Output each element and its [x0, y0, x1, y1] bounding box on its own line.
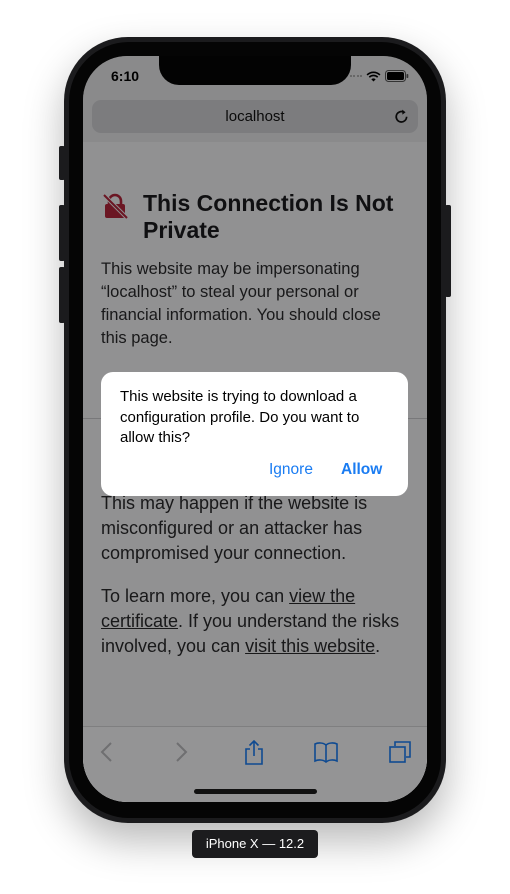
power-button	[445, 205, 451, 297]
volume-down-button	[59, 267, 65, 323]
volume-up-button	[59, 205, 65, 261]
alert-message: This website is trying to download a con…	[120, 388, 360, 446]
home-indicator[interactable]	[194, 789, 317, 794]
ignore-button[interactable]: Ignore	[269, 461, 313, 479]
silent-switch	[59, 146, 65, 180]
allow-button[interactable]: Allow	[341, 461, 382, 479]
download-profile-alert: This website is trying to download a con…	[101, 372, 408, 496]
device-label: iPhone X — 12.2	[192, 830, 318, 858]
screen: 6:10 localhost This Connection Is Not Pr…	[83, 56, 427, 802]
